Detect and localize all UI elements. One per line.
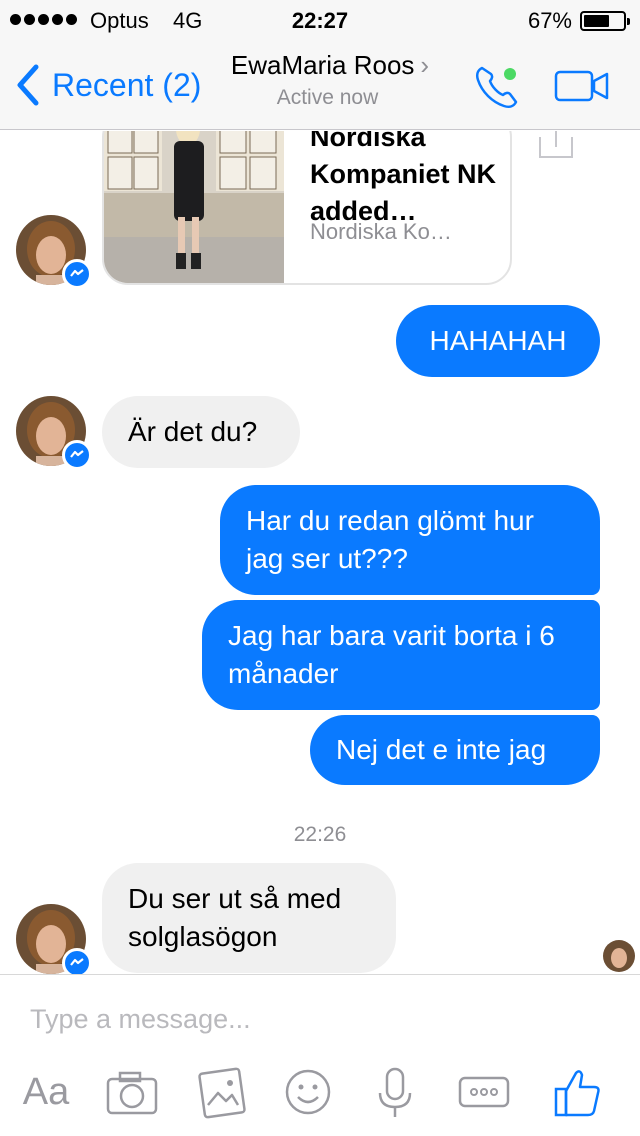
messenger-badge-icon <box>62 440 92 470</box>
contact-name: EwaMaria Roos <box>230 50 415 80</box>
composer-toolbar: Aa <box>0 1061 640 1123</box>
contact-active-status: Active now <box>276 86 379 109</box>
text-format-icon[interactable]: Aa <box>16 1061 76 1123</box>
microphone-icon[interactable] <box>370 1061 420 1123</box>
message-text: Du ser ut så med solglasögon <box>128 883 342 952</box>
message-text: HAHAHAH <box>429 325 567 356</box>
photo-gallery-icon[interactable] <box>194 1061 250 1123</box>
message-text: Är det du? <box>128 416 258 447</box>
message-bubble-received[interactable]: Du ser ut så med solglasögon <box>102 863 396 973</box>
battery-icon <box>580 11 630 31</box>
messenger-badge-icon <box>62 948 92 974</box>
chevron-right-icon: › <box>420 50 430 80</box>
link-preview-image <box>104 131 284 283</box>
contact-name-button[interactable]: EwaMaria Roos › <box>0 50 640 81</box>
message-text: Nej det e inte jag <box>336 734 547 765</box>
battery-percentage: 67% <box>527 8 572 33</box>
more-icon[interactable] <box>454 1061 514 1123</box>
message-input[interactable] <box>30 999 610 1039</box>
online-indicator-dot <box>504 68 516 80</box>
message-text: Jag har bara varit borta i 6 månader <box>228 620 555 689</box>
message-text: Har du redan glömt hur jag ser ut??? <box>246 505 534 574</box>
messenger-badge-icon <box>62 259 92 289</box>
message-bubble-sent[interactable]: Jag har bara varit borta i 6 månader <box>202 600 600 710</box>
seen-indicator-avatar <box>603 940 635 972</box>
camera-icon[interactable] <box>104 1061 160 1123</box>
message-composer: Aa <box>0 974 640 1136</box>
link-source: Nordiska Ko… <box>310 219 452 244</box>
phone-call-icon[interactable] <box>472 62 524 110</box>
emoji-icon[interactable] <box>280 1061 336 1123</box>
message-bubble-sent[interactable]: Nej det e inte jag <box>310 715 600 785</box>
message-bubble-sent[interactable]: HAHAHAH <box>396 305 600 377</box>
message-bubble-sent[interactable]: Har du redan glömt hur jag ser ut??? <box>220 485 600 595</box>
shared-link-card[interactable]: Nordiska Kompaniet NK added… Nordiska Ko… <box>102 131 512 285</box>
message-bubble-received[interactable]: Är det du? <box>102 396 300 468</box>
message-thread[interactable]: Nordiska Kompaniet NK added… Nordiska Ko… <box>0 131 640 974</box>
video-call-icon[interactable] <box>554 68 610 104</box>
message-timestamp: 22:26 <box>293 823 347 846</box>
share-icon[interactable] <box>536 131 576 163</box>
link-title: Nordiska Kompaniet NK added… <box>310 131 497 226</box>
conversation-header: Recent (2) EwaMaria Roos › Active now <box>0 40 640 130</box>
battery-level-fill <box>584 15 609 27</box>
like-icon[interactable] <box>552 1061 604 1123</box>
status-bar: Optus 4G 22:27 67% <box>0 0 640 40</box>
